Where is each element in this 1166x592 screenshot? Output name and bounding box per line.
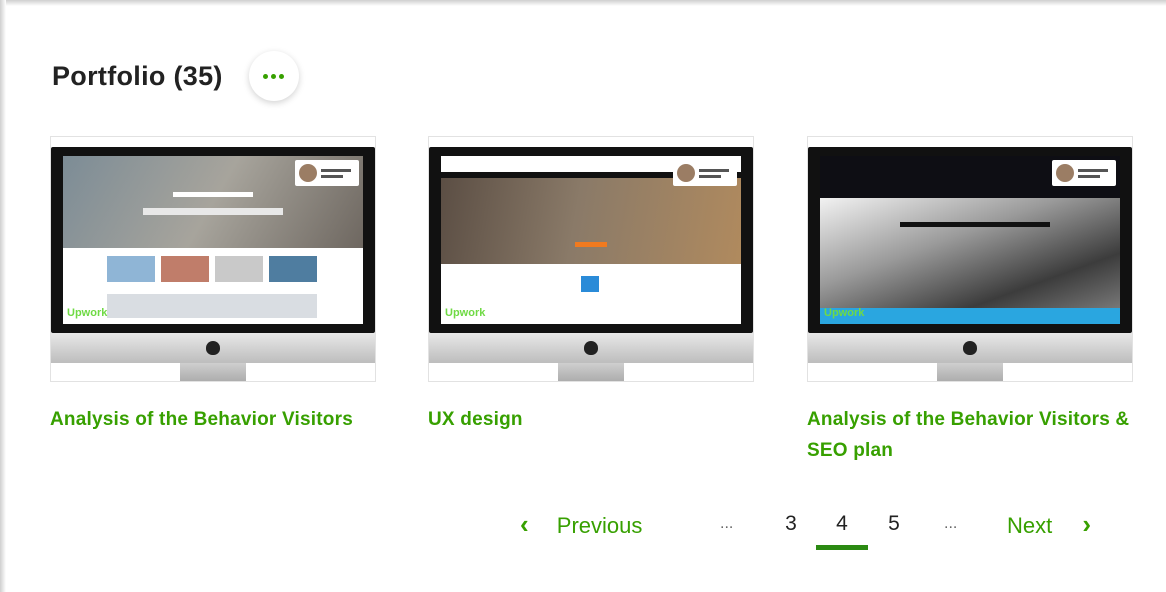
ellipsis-icon — [263, 73, 269, 79]
portfolio-card[interactable]: Upwork Analysis of the Behavior Visitors… — [807, 136, 1133, 466]
screen-preview: Upwork — [441, 156, 741, 324]
ellipsis-icon-dot — [279, 73, 285, 79]
top-shadow — [0, 0, 1166, 6]
active-page-indicator — [816, 545, 868, 550]
avatar — [299, 164, 317, 182]
portfolio-card[interactable]: Upwork UX design — [428, 136, 754, 435]
previous-label: Previous — [556, 513, 643, 538]
portfolio-item-title[interactable]: Analysis of the Behavior Visitors & SEO … — [807, 404, 1133, 466]
upwork-logo: Upwork — [67, 307, 108, 319]
portfolio-thumbnail[interactable]: Upwork — [807, 136, 1133, 382]
page-3-link[interactable]: 3 — [778, 504, 804, 544]
chevron-left-icon: ‹ — [520, 509, 529, 539]
page-5-link[interactable]: 5 — [881, 504, 907, 544]
hero-search-bar — [143, 208, 283, 215]
content-tile — [107, 256, 155, 282]
profile-text — [699, 166, 729, 181]
info-band — [820, 308, 1120, 324]
monitor-illustration: Upwork — [51, 147, 375, 381]
upwork-logo: Upwork — [824, 307, 865, 319]
hero-image — [441, 178, 741, 264]
next-page-button[interactable]: Next › — [1007, 504, 1091, 544]
pagination-ellipsis: ... — [944, 515, 958, 532]
content-area — [441, 264, 741, 324]
chevron-right-icon: › — [1082, 509, 1092, 539]
site-logo-icon — [581, 276, 599, 292]
monitor-stand — [937, 363, 1003, 381]
monitor-bezel: Upwork — [429, 147, 753, 333]
avatar — [677, 164, 695, 182]
profile-badge — [1052, 160, 1116, 186]
portfolio-thumbnail[interactable]: Upwork — [50, 136, 376, 382]
monitor-stand — [558, 363, 624, 381]
apple-logo-icon — [584, 341, 598, 355]
profile-text — [321, 166, 351, 181]
portfolio-thumbnail[interactable]: Upwork — [428, 136, 754, 382]
content-tile — [215, 256, 263, 282]
ellipsis-icon-dot — [271, 73, 277, 79]
screen-preview: Upwork — [820, 156, 1120, 324]
screen-preview: Upwork — [63, 156, 363, 324]
page-title: Portfolio (35) — [52, 60, 223, 91]
monitor-bezel: Upwork — [808, 147, 1132, 333]
left-shadow — [0, 0, 6, 592]
page-4-current[interactable]: 4 — [829, 504, 855, 544]
content-area — [63, 248, 363, 324]
hero-headline — [173, 192, 253, 197]
profile-badge — [295, 160, 359, 186]
hero-image — [820, 198, 1120, 308]
content-tile — [269, 256, 317, 282]
profile-text — [1078, 166, 1108, 181]
portfolio-item-title[interactable]: Analysis of the Behavior Visitors — [50, 404, 376, 435]
more-options-button[interactable] — [248, 51, 299, 101]
apple-logo-icon — [206, 341, 220, 355]
portfolio-card[interactable]: Upwork Analysis of the Behavior Visitors — [50, 136, 376, 435]
portfolio-header: Portfolio (35) — [52, 50, 299, 102]
monitor-bezel: Upwork — [51, 147, 375, 333]
next-label: Next — [1007, 513, 1053, 538]
apple-logo-icon — [963, 341, 977, 355]
monitor-illustration: Upwork — [808, 147, 1132, 381]
profile-badge — [673, 160, 737, 186]
previous-page-button[interactable]: ‹ Previous — [520, 504, 642, 544]
hero-headline — [900, 222, 1050, 227]
hero-cta — [575, 242, 607, 247]
pagination-ellipsis: ... — [720, 515, 734, 532]
monitor-stand — [180, 363, 246, 381]
content-tile — [107, 294, 317, 318]
upwork-logo: Upwork — [445, 307, 486, 319]
monitor-illustration: Upwork — [429, 147, 753, 381]
pagination: ‹ Previous ... 3 4 5 ... Next › — [520, 504, 1120, 550]
content-tile — [161, 256, 209, 282]
portfolio-item-title[interactable]: UX design — [428, 404, 754, 435]
avatar — [1056, 164, 1074, 182]
